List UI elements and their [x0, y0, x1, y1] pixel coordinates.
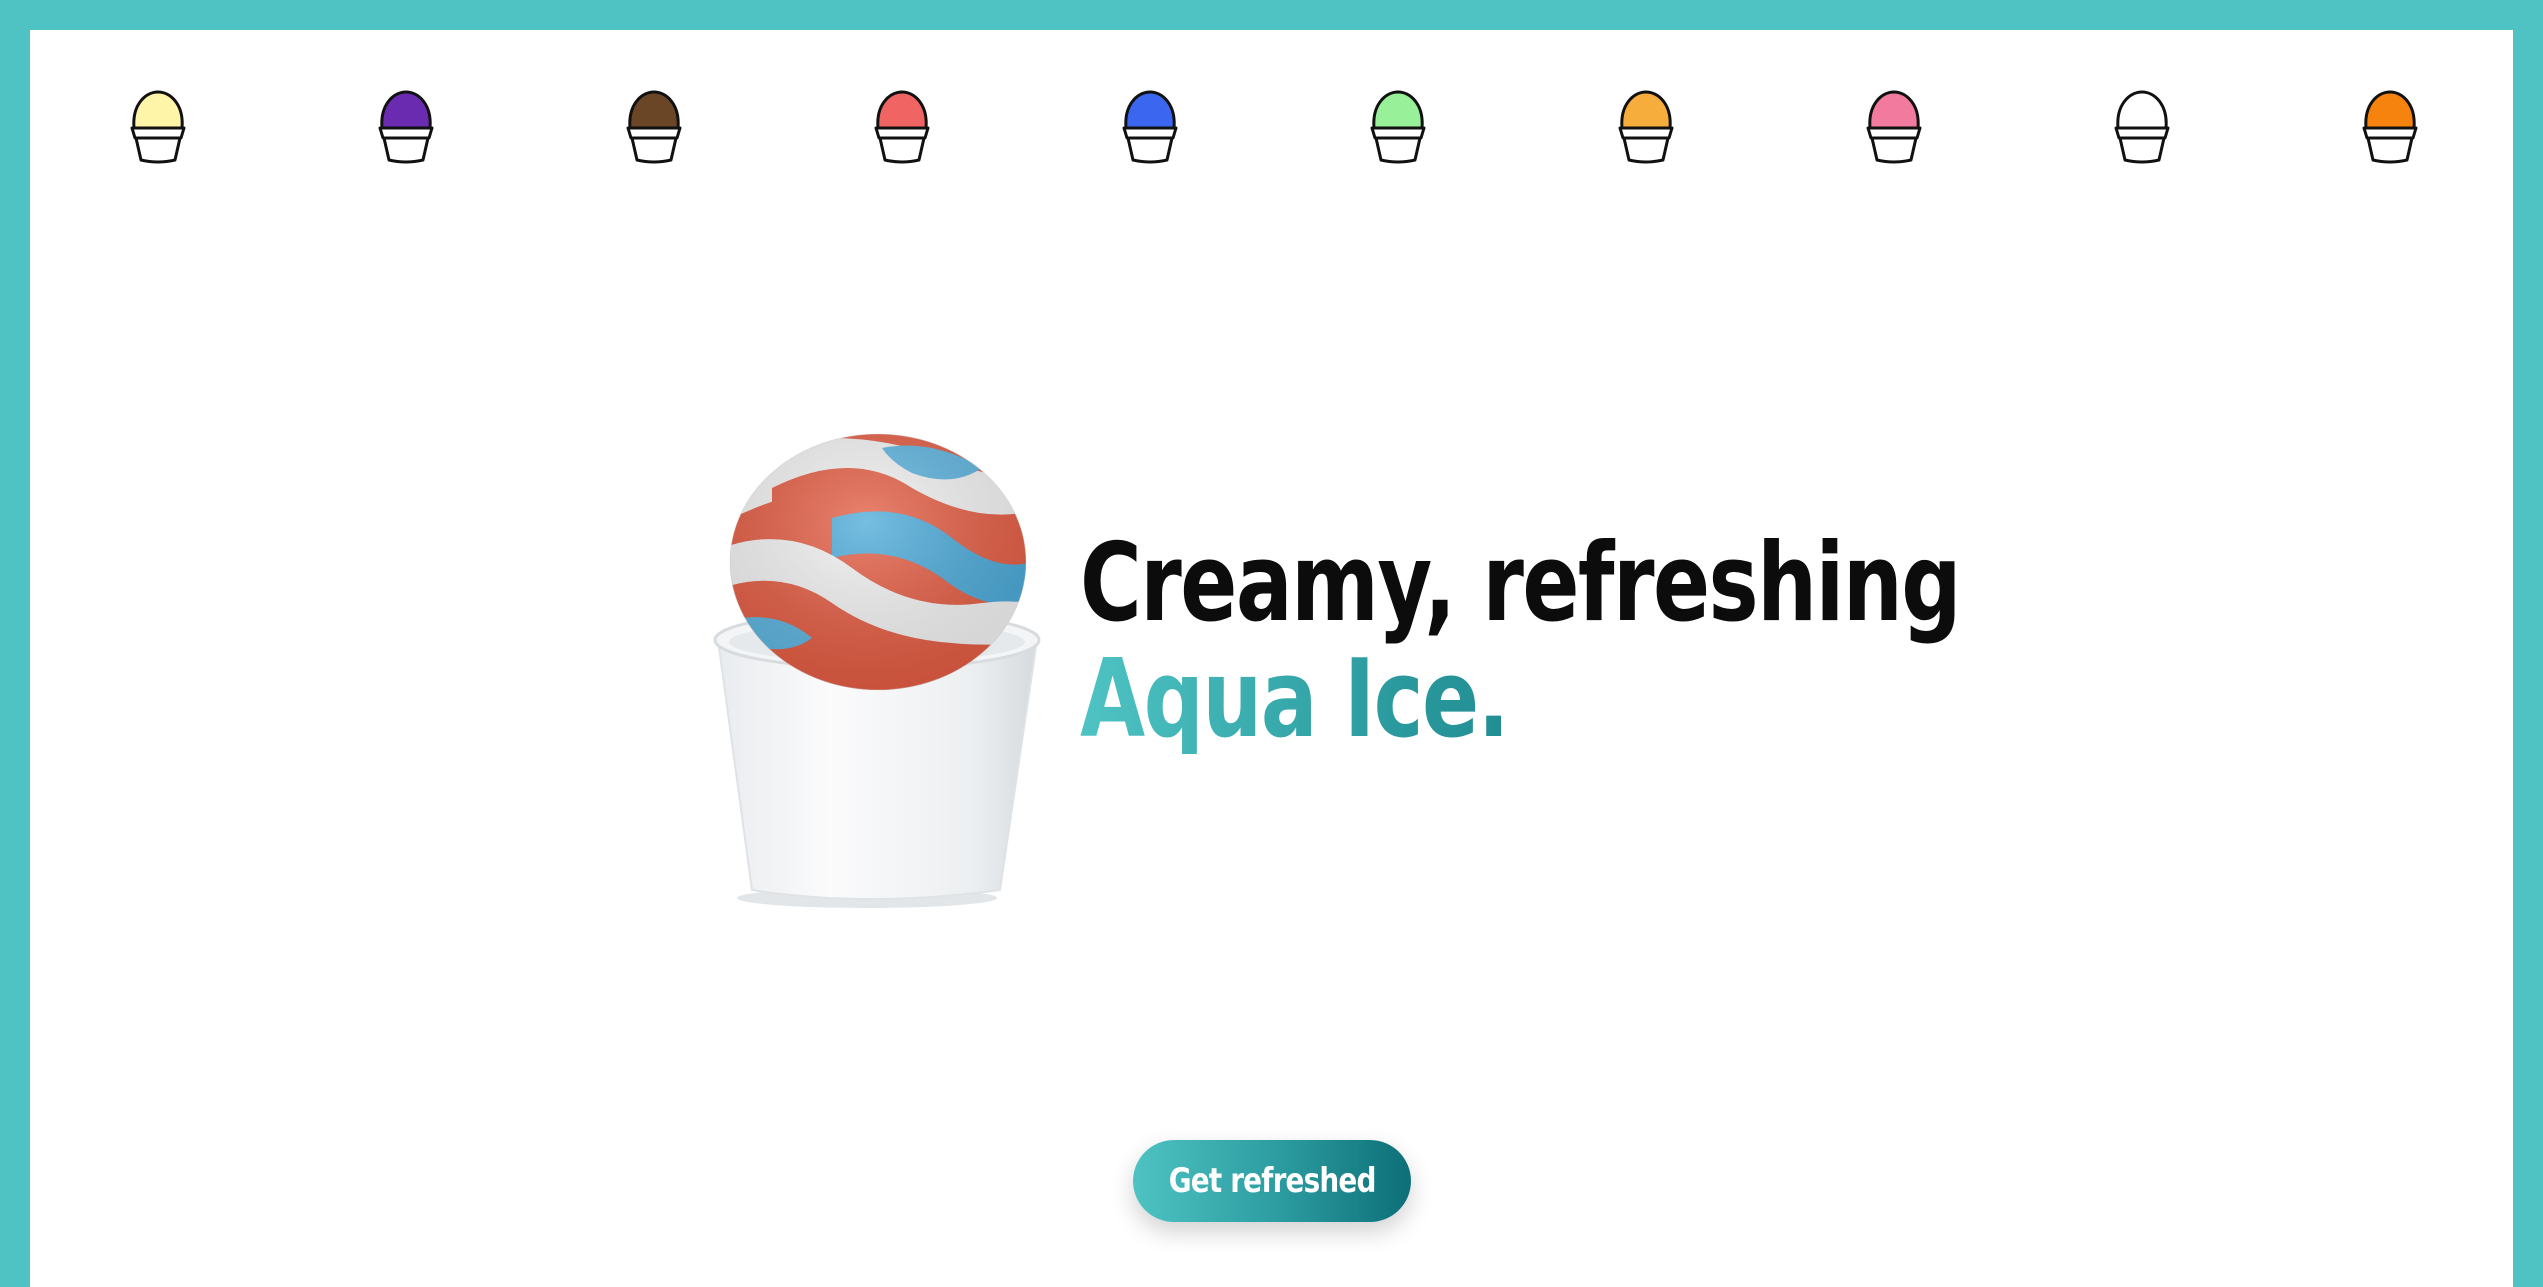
headline-line-creamy: Creamy, refreshing — [1080, 521, 1962, 646]
get-refreshed-label: Get refreshed — [1168, 1161, 1377, 1201]
main-panel: Creamy, refreshing Aqua Ice. Get refresh… — [30, 30, 2513, 1287]
page-frame: Creamy, refreshing Aqua Ice. Get refresh… — [0, 0, 2543, 1287]
hero-headline: Creamy, refreshing Aqua Ice. — [1080, 530, 1980, 754]
aqua-ice-cup-icon — [682, 428, 1072, 918]
hero-section: Creamy, refreshing Aqua Ice. Get refresh… — [30, 30, 2513, 1287]
get-refreshed-button[interactable]: Get refreshed — [1133, 1140, 1411, 1222]
headline-line-aqua-ice: Aqua Ice. — [1080, 646, 1782, 754]
